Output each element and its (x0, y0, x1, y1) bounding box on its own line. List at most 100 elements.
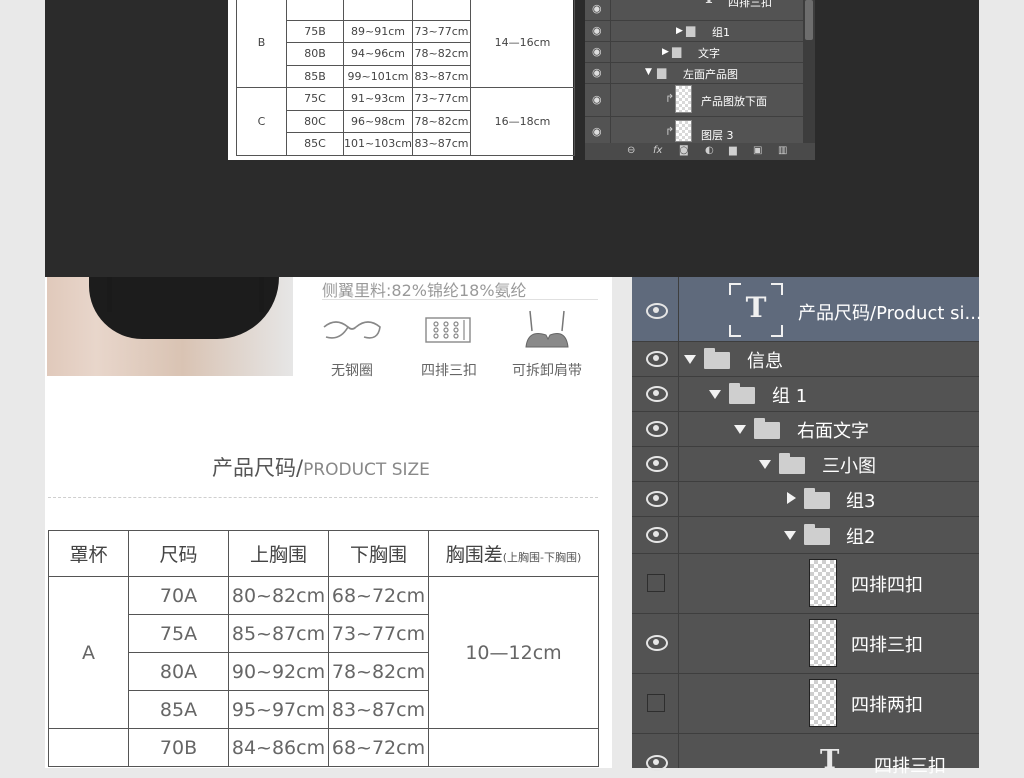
collapse-arrow-icon[interactable] (734, 425, 746, 434)
size-cell: 85C (286, 132, 344, 156)
layer-row[interactable]: T 四排三扣 (632, 733, 979, 777)
layer-row[interactable]: ◉ ▼ ▆ 左面产品图 (585, 62, 803, 84)
feature-label: 无钢圈 (331, 363, 373, 379)
fx-icon[interactable]: fx (653, 145, 662, 156)
hook-clasp-icon (406, 300, 492, 360)
header-over-bust: 上胸围 (228, 530, 329, 577)
layer-name: 四排四扣 (851, 575, 923, 596)
layer-row[interactable]: 组2 (632, 516, 979, 554)
eye-icon[interactable] (646, 755, 668, 771)
layer-row[interactable]: 组 1 (632, 376, 979, 412)
expand-arrow-icon[interactable]: ▶ (676, 26, 683, 36)
size-cell: 80B (286, 42, 344, 66)
size-cell: 85A (128, 690, 229, 729)
visibility-toggle[interactable] (632, 613, 679, 673)
eye-icon[interactable] (646, 456, 668, 472)
layer-row[interactable]: 四排三扣 (632, 613, 979, 674)
under-bust-cell: 73~77cm (411, 87, 471, 111)
layer-row[interactable]: ◉ ▶ ▆ 组1 (585, 20, 803, 42)
under-bust-cell (411, 0, 471, 21)
layer-row[interactable]: 右面文字 (632, 411, 979, 447)
layer-row[interactable]: 信息 (632, 341, 979, 377)
diff-cell (428, 728, 599, 767)
layer-name: 信息 (747, 351, 783, 372)
mask-icon[interactable]: ◙ (679, 145, 689, 156)
folder-icon[interactable]: ▆ (729, 145, 737, 156)
frame-corner (771, 325, 783, 337)
folder-icon (704, 348, 730, 369)
over-bust-cell: 84~86cm (228, 728, 329, 767)
visibility-toggle[interactable] (632, 277, 679, 341)
collapse-arrow-icon[interactable]: ▼ (645, 67, 652, 77)
layer-row[interactable]: ◉ ↱ 图层 3 (585, 117, 803, 144)
layer-row[interactable]: 四排两扣 (632, 673, 979, 734)
layer-row[interactable]: ◉ ▶ ▆ 文字 (585, 41, 803, 63)
eye-icon[interactable]: ◉ (592, 2, 604, 15)
layer-name: 组3 (846, 491, 876, 512)
table-row: 70B 84~86cm 68~72cm (48, 728, 599, 767)
eye-icon[interactable] (646, 635, 668, 651)
layer-row[interactable]: 三小图 (632, 446, 979, 482)
folder-icon (804, 524, 830, 545)
eye-icon[interactable] (646, 491, 668, 507)
expand-arrow-icon[interactable] (787, 492, 796, 504)
diff-cell: 14—16cm (469, 0, 575, 88)
detachable-strap-bra-icon (504, 300, 590, 360)
diff-cell: 10—12cm (428, 576, 599, 729)
layer-name: 组2 (846, 527, 876, 548)
hidden-visibility-box[interactable] (647, 574, 665, 592)
eye-icon[interactable]: ◉ (592, 66, 604, 79)
under-bust-cell: 68~72cm (328, 576, 429, 615)
collapse-arrow-icon[interactable] (684, 355, 696, 364)
header-cup: 罩杯 (48, 530, 129, 577)
size-cell: 70A (128, 576, 229, 615)
visibility-toggle[interactable] (632, 376, 679, 411)
visibility-toggle[interactable] (632, 516, 679, 553)
visibility-toggle[interactable] (632, 553, 679, 613)
text-layer-icon: T (729, 283, 783, 337)
over-bust-cell: 99~101cm (343, 64, 413, 88)
collapse-arrow-icon[interactable] (784, 531, 796, 540)
trash-icon[interactable]: ▥ (778, 145, 787, 156)
layer-name: 文字 (698, 47, 720, 60)
eye-icon[interactable] (646, 386, 668, 402)
layer-row[interactable]: ◉ T 四排三扣 (585, 0, 803, 21)
eye-icon[interactable] (646, 303, 668, 319)
layer-row-selected[interactable]: T 产品尺码/Product si... (632, 277, 982, 342)
layer-name: 四排三扣 (728, 0, 772, 9)
eye-icon[interactable]: ◉ (592, 24, 604, 37)
scrollbar-thumb[interactable] (805, 0, 813, 40)
eye-icon[interactable] (646, 351, 668, 367)
scrollbar[interactable] (803, 0, 815, 143)
layer-row[interactable]: 四排四扣 (632, 553, 979, 614)
collapse-arrow-icon[interactable] (759, 460, 771, 469)
hidden-visibility-box[interactable] (647, 694, 665, 712)
eye-icon[interactable]: ◉ (592, 45, 604, 58)
expand-arrow-icon[interactable]: ▶ (662, 47, 669, 57)
feature-detachable-straps: 可拆卸肩带 (504, 300, 590, 380)
over-bust-cell: 90~92cm (228, 652, 329, 691)
link-icon[interactable]: ⊖ (627, 145, 635, 156)
over-bust-cell: 80~82cm (228, 576, 329, 615)
eye-icon[interactable] (646, 527, 668, 543)
new-layer-icon[interactable]: ▣ (753, 145, 762, 156)
folder-icon (754, 418, 780, 439)
visibility-toggle[interactable] (632, 341, 679, 376)
layer-row[interactable]: 组3 (632, 481, 979, 517)
visibility-toggle[interactable] (632, 411, 679, 446)
eye-icon[interactable] (646, 421, 668, 437)
table-row: C 75C 91~93cm 73~77cm 16—18cm (236, 87, 575, 156)
adjustment-icon[interactable]: ◐ (705, 145, 714, 156)
visibility-toggle[interactable] (632, 673, 679, 733)
folder-icon (804, 488, 830, 509)
eye-icon[interactable]: ◉ (592, 125, 604, 138)
layer-row[interactable]: ◉ ↱ 产品图放下面 (585, 83, 803, 117)
visibility-toggle[interactable] (632, 733, 679, 771)
over-bust-cell: 89~91cm (343, 19, 413, 43)
under-bust-cell: 68~72cm (328, 728, 429, 767)
visibility-toggle[interactable] (632, 446, 679, 481)
divider (610, 41, 611, 62)
eye-icon[interactable]: ◉ (592, 93, 604, 106)
collapse-arrow-icon[interactable] (709, 390, 721, 399)
visibility-toggle[interactable] (632, 481, 679, 516)
